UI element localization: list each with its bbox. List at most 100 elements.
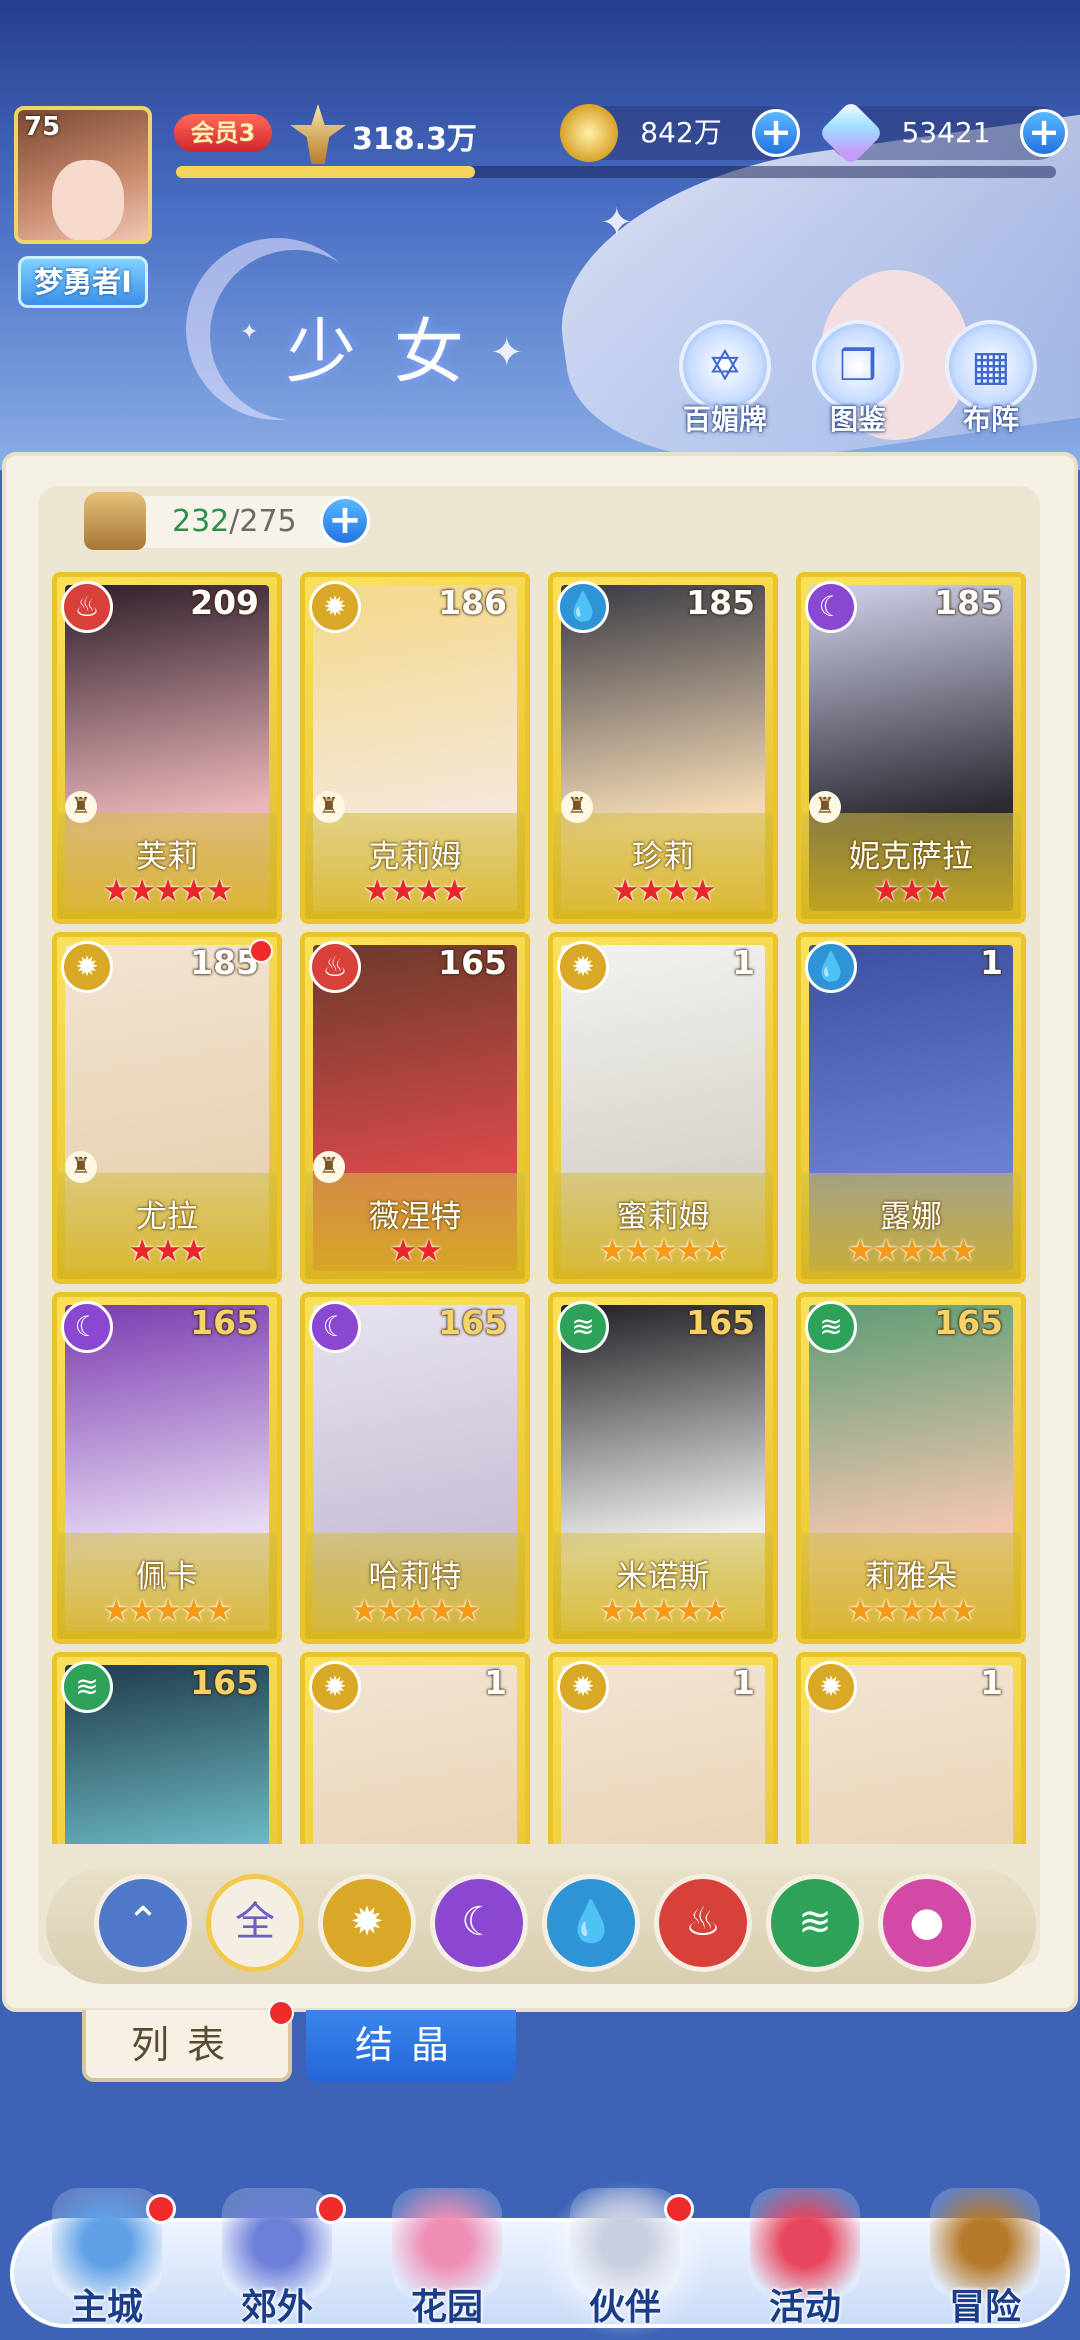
filter-wind-icon[interactable]: ≋: [766, 1874, 864, 1972]
shortcut-button-2[interactable]: ▦ 布阵: [936, 320, 1046, 438]
character-name: 珍莉: [632, 839, 694, 875]
filter-fire-icon[interactable]: ♨: [654, 1874, 752, 1972]
avatar-face: [52, 160, 124, 240]
filter-heart-icon[interactable]: ●: [878, 1874, 976, 1972]
character-level: 1: [732, 943, 755, 982]
pawn-badge-icon: ♜: [313, 1151, 345, 1183]
wind-element-icon: ≋: [557, 1301, 609, 1353]
capacity-indicator: 232/275 +: [84, 492, 370, 550]
wind-element-icon: ≋: [805, 1301, 857, 1353]
capacity-used: 232: [172, 504, 230, 539]
gold-value: 842万: [640, 116, 722, 149]
star-rating: ★★★★★: [846, 1593, 978, 1629]
character-card[interactable]: 💧 185 ♜ 珍莉 ★★★★: [548, 572, 778, 924]
notification-dot: [268, 2000, 294, 2026]
filter-all-icon[interactable]: 全: [206, 1874, 304, 1972]
exp-progress-fill: [176, 166, 476, 178]
diamond-resource: 53421 +: [818, 100, 1068, 166]
character-card[interactable]: ≋ 165 莉雅朵 ★★★★★: [796, 1292, 1026, 1644]
pawn-badge-icon: ♜: [65, 1151, 97, 1183]
vip-badge[interactable]: 会员3: [174, 114, 272, 152]
capacity-total: /275: [229, 504, 297, 539]
sparkle-icon: ✦: [240, 320, 259, 345]
add-gold-button[interactable]: +: [752, 109, 800, 157]
tab-list[interactable]: 列表: [82, 2000, 294, 2082]
player-name[interactable]: 梦勇者I: [18, 256, 148, 308]
character-card[interactable]: ✹ 1: [548, 1652, 778, 1844]
character-card[interactable]: ✹ 1 蜜莉姆 ★★★★★: [548, 932, 778, 1284]
moon-element-icon: ☾: [805, 581, 857, 633]
nav-item-5[interactable]: 冒险: [900, 2180, 1070, 2340]
combat-power-value: 318.3万: [352, 122, 477, 157]
filter-moon-icon[interactable]: ☾: [430, 1874, 528, 1972]
character-card[interactable]: ✹ 1: [796, 1652, 1026, 1844]
light-element-icon: ✹: [61, 941, 113, 993]
star-rating: ★★★: [872, 873, 951, 909]
pawn-badge-icon: ♜: [65, 791, 97, 823]
pawn-badge-icon: ♜: [313, 791, 345, 823]
star-rating: ★★★★★: [102, 1593, 234, 1629]
nav-item-2[interactable]: 花园: [362, 2180, 532, 2340]
character-card[interactable]: ≋ 165 米诺斯 ★★★★★: [548, 1292, 778, 1644]
nav-label: 郊外: [240, 2287, 313, 2328]
nav-item-1[interactable]: 郊外: [192, 2180, 362, 2340]
nav-label: 冒险: [948, 2287, 1021, 2328]
character-grid: ♨ 209 ♜ 芙莉 ★★★★★ ✹ 186 ♜ 克莉姆 ★★★★ 💧 185 ♜ 珍莉 ★★★★ ☾ 185 ♜…: [52, 572, 1032, 1844]
star-rating: ★★★★★: [846, 1233, 978, 1269]
shortcut-label: 图鉴: [829, 403, 886, 436]
character-card[interactable]: ☾ 185 ♜ 妮克萨拉 ★★★: [796, 572, 1026, 924]
player-avatar[interactable]: 75: [14, 106, 152, 244]
player-level: 75: [24, 112, 61, 142]
character-name: 露娜: [880, 1199, 942, 1235]
gold-resource: 842万 +: [560, 104, 800, 162]
filter-light-icon[interactable]: ✹: [318, 1874, 416, 1972]
nav-item-4[interactable]: 活动: [720, 2180, 890, 2340]
character-name: 莉雅朵: [864, 1559, 958, 1595]
shortcut-button-0[interactable]: ✡ 百媚牌: [670, 320, 780, 438]
character-card[interactable]: ☾ 165 佩卡 ★★★★★: [52, 1292, 282, 1644]
character-card[interactable]: ✹ 1: [300, 1652, 530, 1844]
pawn-badge-icon: ♜: [561, 791, 593, 823]
star-rating: ★★★: [128, 1233, 207, 1269]
nav-item-3[interactable]: 伙伴: [540, 2180, 710, 2340]
gold-coin-icon: [560, 104, 618, 162]
add-diamond-button[interactable]: +: [1020, 109, 1068, 157]
bag-icon: [84, 492, 146, 550]
character-name: 佩卡: [136, 1559, 198, 1595]
sword-shield-icon: [290, 104, 346, 164]
character-level: 1: [980, 943, 1003, 982]
shortcut-button-1[interactable]: ❒ 图鉴: [803, 320, 913, 438]
moon-element-icon: ☾: [61, 1301, 113, 1353]
water-element-icon: 💧: [805, 941, 857, 993]
filter-expand-icon[interactable]: ⌃: [94, 1874, 192, 1972]
filter-water-icon[interactable]: 💧: [542, 1874, 640, 1972]
nav-label: 伙伴: [588, 2287, 661, 2328]
tab-crystal-label: 结晶: [354, 2023, 467, 2067]
character-card[interactable]: ☾ 165 哈莉特 ★★★★★: [300, 1292, 530, 1644]
pawn-badge-icon: ♜: [809, 791, 841, 823]
tab-crystal[interactable]: 结晶: [306, 2010, 516, 2082]
character-card[interactable]: ≋ 165: [52, 1652, 282, 1844]
character-card[interactable]: ✹ 186 ♜ 克莉姆 ★★★★: [300, 572, 530, 924]
page-title: 少女: [286, 311, 502, 393]
character-name: 克莉姆: [368, 839, 462, 875]
light-element-icon: ✹: [557, 941, 609, 993]
character-level: 1: [980, 1663, 1003, 1702]
character-card[interactable]: ♨ 209 ♜ 芙莉 ★★★★★: [52, 572, 282, 924]
nav-item-0[interactable]: 主城: [22, 2180, 192, 2340]
light-element-icon: ✹: [309, 581, 361, 633]
star-rating: ★★★★★: [350, 1593, 482, 1629]
character-name: 蜜莉姆: [616, 1199, 710, 1235]
fire-element-icon: ♨: [61, 581, 113, 633]
character-level: 165: [438, 1303, 507, 1342]
character-level: 1: [484, 1663, 507, 1702]
character-card[interactable]: ✹ 185 ♜ 尤拉 ★★★: [52, 932, 282, 1284]
character-card[interactable]: 💧 1 露娜 ★★★★★: [796, 932, 1026, 1284]
character-level: 209: [190, 583, 259, 622]
character-card[interactable]: ♨ 165 ♜ 薇涅特 ★★: [300, 932, 530, 1284]
notification-dot: [316, 2194, 346, 2224]
nav-label: 主城: [70, 2287, 143, 2328]
combat-power: 318.3万: [290, 104, 540, 164]
wind-element-icon: ≋: [61, 1661, 113, 1713]
add-capacity-button[interactable]: +: [320, 496, 370, 546]
